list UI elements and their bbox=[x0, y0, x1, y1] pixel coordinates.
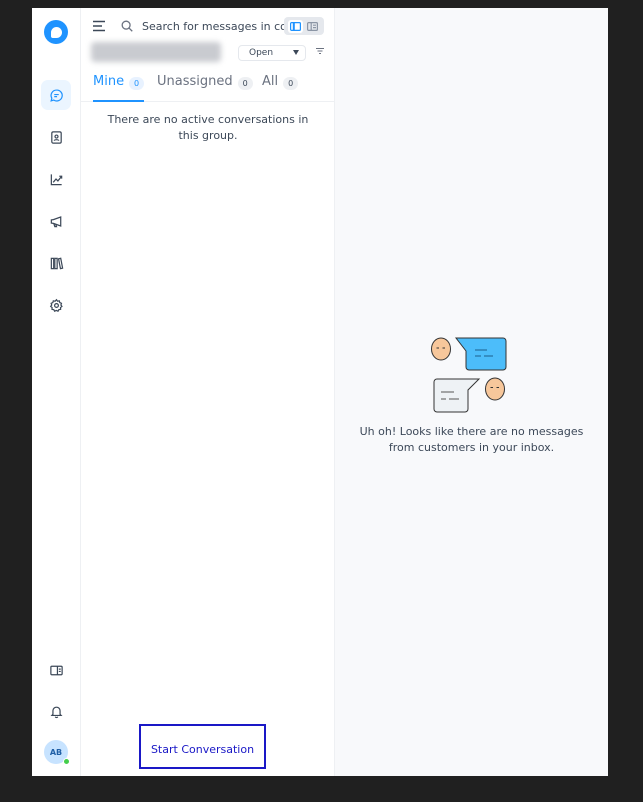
empty-inbox-message: Uh oh! Looks like there are no messages … bbox=[359, 425, 584, 454]
inbox-name-redacted bbox=[91, 42, 221, 62]
chevron-down-icon bbox=[293, 50, 299, 55]
count-badge: 0 bbox=[237, 77, 253, 90]
app-logo[interactable] bbox=[44, 20, 68, 44]
empty-list-message: There are no active conversations in thi… bbox=[107, 113, 309, 142]
list-view-toggle[interactable] bbox=[288, 19, 303, 33]
books-icon bbox=[50, 256, 63, 269]
tab-all[interactable]: All 0 bbox=[262, 74, 299, 102]
filter-icon[interactable] bbox=[315, 46, 325, 56]
expanded-view-toggle[interactable] bbox=[305, 20, 320, 33]
search-input[interactable] bbox=[142, 16, 284, 36]
empty-chat-illustration-icon bbox=[431, 337, 507, 413]
panel-grid-icon bbox=[49, 665, 63, 675]
tab-label: Mine bbox=[93, 74, 125, 89]
sidebar-item-reports[interactable] bbox=[41, 164, 71, 194]
count-badge: 0 bbox=[129, 77, 145, 90]
status-filter-select[interactable]: Open bbox=[238, 45, 306, 61]
presence-dot bbox=[63, 758, 70, 765]
conversation-list-panel: Open Mine 0 Unassigned 0 All 0 There are… bbox=[81, 8, 335, 776]
conversation-view: Uh oh! Looks like there are no messages … bbox=[335, 8, 608, 776]
layout-toggle bbox=[284, 17, 324, 35]
bell-icon bbox=[50, 706, 62, 718]
sidebar-item-dashboard-apps[interactable] bbox=[41, 655, 71, 685]
count-badge: 0 bbox=[283, 77, 299, 90]
sidebar-item-notifications[interactable] bbox=[41, 696, 71, 726]
menu-icon[interactable] bbox=[92, 19, 108, 33]
start-conversation-button[interactable]: Start Conversation bbox=[139, 724, 266, 769]
chart-line-icon bbox=[50, 173, 62, 185]
megaphone-icon bbox=[50, 215, 61, 227]
search-icon bbox=[121, 20, 133, 32]
tab-label: Unassigned bbox=[157, 74, 233, 89]
conversation-tabs: Mine 0 Unassigned 0 All 0 bbox=[81, 74, 335, 102]
sidebar-item-conversations[interactable] bbox=[41, 80, 71, 110]
app-window: AB Open Mine 0 Unassig bbox=[32, 8, 608, 776]
sidebar-item-library[interactable] bbox=[41, 248, 71, 278]
chat-bubble-icon bbox=[49, 88, 63, 102]
contact-book-icon bbox=[50, 130, 62, 144]
list-view-icon bbox=[290, 21, 301, 31]
tab-label: All bbox=[262, 74, 279, 89]
avatar-initials: AB bbox=[49, 747, 63, 757]
status-filter-value: Open bbox=[249, 48, 274, 58]
sidebar-nav: AB bbox=[32, 8, 81, 776]
sidebar-item-campaigns[interactable] bbox=[41, 206, 71, 236]
tab-mine[interactable]: Mine 0 bbox=[93, 74, 145, 102]
sidebar-item-settings[interactable] bbox=[41, 290, 71, 320]
sidebar-item-contacts[interactable] bbox=[41, 122, 71, 152]
gear-icon bbox=[49, 298, 63, 312]
avatar[interactable]: AB bbox=[44, 740, 70, 765]
tab-unassigned[interactable]: Unassigned 0 bbox=[157, 74, 253, 102]
expanded-view-icon bbox=[307, 21, 318, 31]
